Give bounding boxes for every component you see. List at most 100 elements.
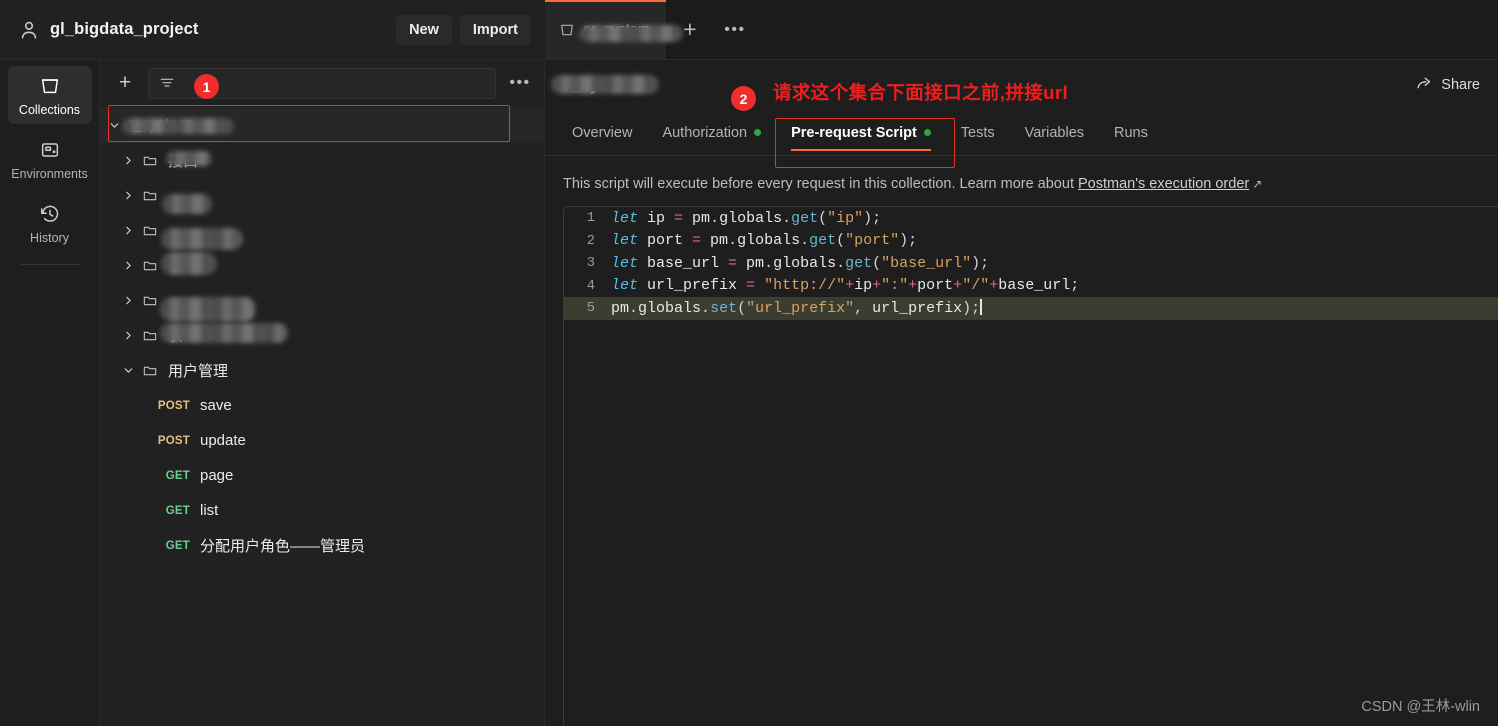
filter-icon[interactable] [159, 75, 175, 91]
request-name: list [200, 502, 219, 519]
code-line: 3 let base_url = pm.globals.get("base_ur… [564, 252, 1498, 275]
request-method: POST [157, 399, 190, 412]
folder-icon [142, 293, 168, 309]
request-row-assign-role[interactable]: GET 分配用户角色——管理员 [100, 528, 544, 563]
chevron-right-icon[interactable] [114, 259, 142, 272]
request-method: POST [157, 434, 190, 447]
status-dot-icon [923, 129, 931, 136]
tree-folder-2[interactable] [100, 178, 544, 214]
line-number: 5 [586, 300, 595, 317]
sidebar-item-history[interactable]: History [8, 194, 92, 252]
request-method: GET [165, 539, 190, 552]
workspace-topbar: gl_bigdata_project New Import [0, 0, 545, 60]
chevron-right-icon[interactable] [114, 329, 142, 342]
environments-icon [39, 139, 61, 161]
tab-label: Overview [572, 124, 633, 141]
line-number: 4 [586, 277, 595, 294]
redacted-folder-text [161, 227, 243, 250]
tab-variables[interactable]: Variables [1010, 110, 1099, 155]
folder-label: 表 [168, 258, 184, 275]
new-tab-button[interactable]: + [667, 0, 713, 59]
user-icon [18, 19, 40, 41]
sidebar-item-environments[interactable]: Environments [8, 130, 92, 188]
tab-tests[interactable]: Tests [946, 110, 1010, 155]
collection-name-wrap: r_system [122, 116, 234, 134]
chevron-right-icon[interactable] [114, 294, 142, 307]
line-number: 3 [586, 255, 595, 272]
chevron-down-icon[interactable] [114, 364, 142, 377]
external-link-icon: ↗ [1252, 177, 1263, 191]
code-editor[interactable]: 1 let ip = pm.globals.get("ip"); 2 let p… [563, 206, 1498, 726]
code-text-line-2: let port = pm.globals.get("port"); [611, 232, 918, 250]
tab-label: Tests [960, 124, 995, 141]
code-line: 2 let port = pm.globals.get("port"); [564, 230, 1498, 253]
request-name: update [200, 432, 246, 449]
apps-grid-plus-button[interactable] [8, 275, 92, 317]
code-text-line-5: pm.globals.set("url_prefix", url_prefix)… [611, 299, 982, 318]
folder-icon [142, 223, 168, 239]
create-new-button[interactable]: + [110, 68, 140, 98]
code-text-line-3: let base_url = pm.globals.get("base_url"… [611, 254, 990, 272]
tree-collection-root[interactable]: r_system [100, 107, 544, 143]
tree-folder-4[interactable]: 表 [100, 248, 544, 283]
collections-icon [39, 75, 61, 97]
request-name: save [200, 397, 232, 414]
request-method: GET [165, 469, 190, 482]
top-row: gl_bigdata_project New Import er_system … [0, 0, 1498, 60]
request-row-list[interactable]: GET list [100, 493, 544, 528]
share-label: Share [1441, 77, 1480, 93]
tab-pre-request-script[interactable]: Pre-request Script [776, 110, 946, 155]
folder-label-wrap: 表 [160, 323, 288, 346]
annotation-badge-1: 1 [194, 74, 219, 99]
rail-divider [19, 264, 80, 265]
import-button[interactable]: Import [459, 14, 531, 45]
script-description: This script will execute before every re… [545, 156, 1498, 206]
share-button[interactable]: Share [1416, 75, 1480, 96]
tree-folder-1[interactable]: 接口 [100, 143, 544, 178]
sidebar-toolbar: + ••• [100, 60, 544, 106]
open-tab-label-wrap: er_system [579, 22, 683, 42]
postman-app-window: gl_bigdata_project New Import er_system … [0, 0, 1498, 726]
request-method: GET [165, 504, 190, 517]
code-line-active: 5 pm.globals.set("url_prefix", url_prefi… [564, 297, 1498, 320]
tree-folder-user-management[interactable]: 用户管理 [100, 353, 544, 388]
chevron-down-icon[interactable] [100, 119, 128, 132]
folder-label: 表 [168, 328, 184, 345]
chevron-right-icon[interactable] [114, 189, 142, 202]
tab-strip: er_system + ••• [545, 0, 1498, 60]
code-line: 1 let ip = pm.globals.get("ip"); [564, 207, 1498, 230]
history-label: History [30, 231, 69, 245]
breadcrumb: er_system [551, 75, 659, 95]
sidebar-item-collections[interactable]: Collections [7, 66, 92, 124]
chevron-right-icon[interactable] [114, 224, 142, 237]
request-row-save[interactable]: POST save [100, 388, 544, 423]
tab-runs[interactable]: Runs [1099, 110, 1163, 155]
tab-label: Authorization [662, 124, 748, 141]
new-button[interactable]: New [396, 14, 452, 45]
status-dot-icon [754, 129, 762, 136]
folder-icon [142, 328, 168, 344]
request-row-page[interactable]: GET page [100, 458, 544, 493]
sidebar-options-button[interactable]: ••• [504, 74, 536, 92]
body-row: Collections Environments History + ••• r… [0, 60, 1498, 726]
execution-order-link[interactable]: Postman's execution order [1078, 176, 1249, 192]
request-row-update[interactable]: POST update [100, 423, 544, 458]
code-line: 4 let url_prefix = "http://"+ip+":"+port… [564, 275, 1498, 298]
request-name: page [200, 467, 234, 484]
tab-overview[interactable]: Overview [557, 110, 647, 155]
tree-folder-6[interactable]: 表 [100, 318, 544, 353]
history-icon [39, 203, 61, 225]
tab-authorization[interactable]: Authorization [647, 110, 776, 155]
tab-label: Runs [1114, 124, 1148, 141]
collection-name: r_system [128, 116, 191, 133]
tab-label: Variables [1024, 124, 1085, 141]
line-number: 1 [586, 210, 595, 227]
tab-options-button[interactable]: ••• [713, 0, 757, 59]
open-tab-collection[interactable]: er_system [545, 0, 683, 59]
search-input[interactable] [175, 75, 485, 91]
collection-tree: r_system 接口 表 表 用户管理 POST save POST upda… [100, 106, 544, 726]
folder-label-wrap: 表 [161, 252, 217, 276]
chevron-right-icon[interactable] [114, 154, 142, 167]
tree-folder-3[interactable] [100, 213, 544, 250]
tree-folder-5[interactable] [100, 283, 544, 322]
